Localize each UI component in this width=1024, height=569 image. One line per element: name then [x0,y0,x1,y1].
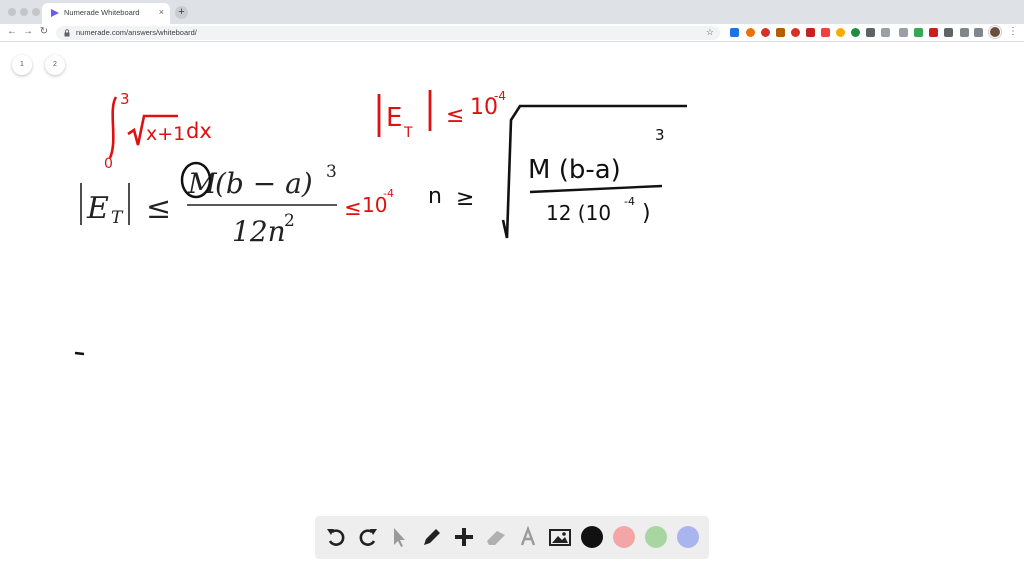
inline-relation: ≤ [344,196,362,220]
extension-icon[interactable] [776,28,785,37]
extension-icon[interactable] [730,28,739,37]
typeset-error-bound-formula: E T ≤ M (b − a) 3 12n 2 [80,161,337,248]
drawing-toolbar [315,516,709,559]
color-red-swatch[interactable] [613,526,635,548]
formula-error-subscript: T [111,208,124,228]
extension-icon[interactable] [899,28,908,37]
menu-kebab-icon[interactable]: ⋮ [1008,26,1018,38]
tab-close-icon[interactable]: × [159,7,164,17]
undo-icon[interactable] [323,524,349,550]
formula-denominator-exponent: 2 [284,211,295,231]
browser-tab-strip: Numerade Whiteboard × + [0,0,1024,24]
extension-icon[interactable] [914,28,923,37]
integral-upper-limit: 3 [120,90,130,108]
handwritten-n-inequality: n ≥ M (b-a) 3 12 (10 -4 ) [428,104,687,239]
reload-icon[interactable]: ↻ [38,26,50,38]
extensions-puzzle-icon[interactable] [974,28,983,37]
color-black-swatch[interactable] [581,526,603,548]
whiteboard-drawing: E T ≤ M (b − a) 3 12n 2 3 0 x+1 dx E T ≤… [74,89,687,356]
color-green-swatch[interactable] [645,526,667,548]
extension-icon[interactable] [851,28,860,37]
handwritten-relation: ≤ [446,103,464,128]
formula-relation: ≤ [146,191,171,226]
lock-icon [64,29,70,37]
handwritten-denominator: 12 (10 [546,201,611,225]
bookmark-star-icon[interactable]: ☆ [706,27,714,38]
handwritten-geq: ≥ [456,186,474,211]
maximize-window-button[interactable] [32,8,40,16]
extension-icon[interactable] [791,28,800,37]
integrand: x+1 [146,123,185,145]
extension-icon[interactable] [821,28,830,37]
differential: dx [186,119,212,143]
handwritten-error-letter: E [386,103,402,133]
minimize-window-button[interactable] [20,8,28,16]
back-arrow-icon[interactable]: ← [6,26,18,38]
handwritten-n: n [428,184,442,209]
extension-icon[interactable] [761,28,770,37]
forward-arrow-icon[interactable]: → [22,26,34,38]
image-icon[interactable] [547,524,573,550]
add-icon[interactable] [451,524,477,550]
handwritten-denominator-exponent: -4 [624,195,635,208]
handwritten-fraction-bar [529,184,663,194]
cast-icon[interactable] [960,28,969,37]
extension-icon[interactable] [746,28,755,37]
eraser-icon[interactable] [483,524,509,550]
handwritten-numerator-exponent: 3 [655,126,665,144]
inline-bound-exponent: -4 [383,187,394,200]
color-blue-swatch[interactable] [677,526,699,548]
extension-icon[interactable] [929,28,938,37]
close-window-button[interactable] [8,8,16,16]
handwritten-integral: 3 0 x+1 dx [104,90,212,172]
handwritten-denominator-close: ) [642,201,651,226]
formula-error-letter: E [86,191,109,226]
profile-avatar[interactable] [989,26,1001,38]
integral-lower-limit: 0 [104,156,113,172]
handwritten-inline-bound: ≤ 10 -4 [344,187,394,220]
select-pointer-icon[interactable] [386,524,412,550]
formula-numerator: (b − a) [215,167,313,200]
numerade-logo-icon [51,9,59,17]
browser-tab[interactable]: Numerade Whiteboard × [42,3,170,24]
handwritten-error-bound: E T ≤ 10 -4 [377,89,506,141]
browser-toolbar: ← → ↻ numerade.com/answers/whiteboard/ ☆… [0,24,1024,42]
whiteboard-canvas[interactable]: E T ≤ M (b − a) 3 12n 2 3 0 x+1 dx E T ≤… [0,43,1024,564]
formula-denominator: 12n [232,215,286,248]
text-tool-icon[interactable] [515,524,541,550]
url-text: numerade.com/answers/whiteboard/ [76,28,197,37]
tab-title: Numerade Whiteboard [64,8,140,17]
extension-icon[interactable] [866,28,875,37]
new-tab-button[interactable]: + [175,6,188,19]
formula-numerator-exponent: 3 [326,162,337,182]
extension-icon[interactable] [836,28,845,37]
pen-cursor-mark [74,351,85,356]
extension-icon[interactable] [944,28,953,37]
address-bar[interactable]: numerade.com/answers/whiteboard/ ☆ [56,26,720,40]
handwritten-numerator: M (b-a) [528,155,621,185]
extension-icon[interactable] [881,28,890,37]
extension-icon[interactable] [806,28,815,37]
pen-icon[interactable] [419,524,445,550]
handwritten-bound-exponent: -4 [494,89,506,103]
handwritten-error-subscript: T [403,125,413,141]
redo-icon[interactable] [355,524,381,550]
